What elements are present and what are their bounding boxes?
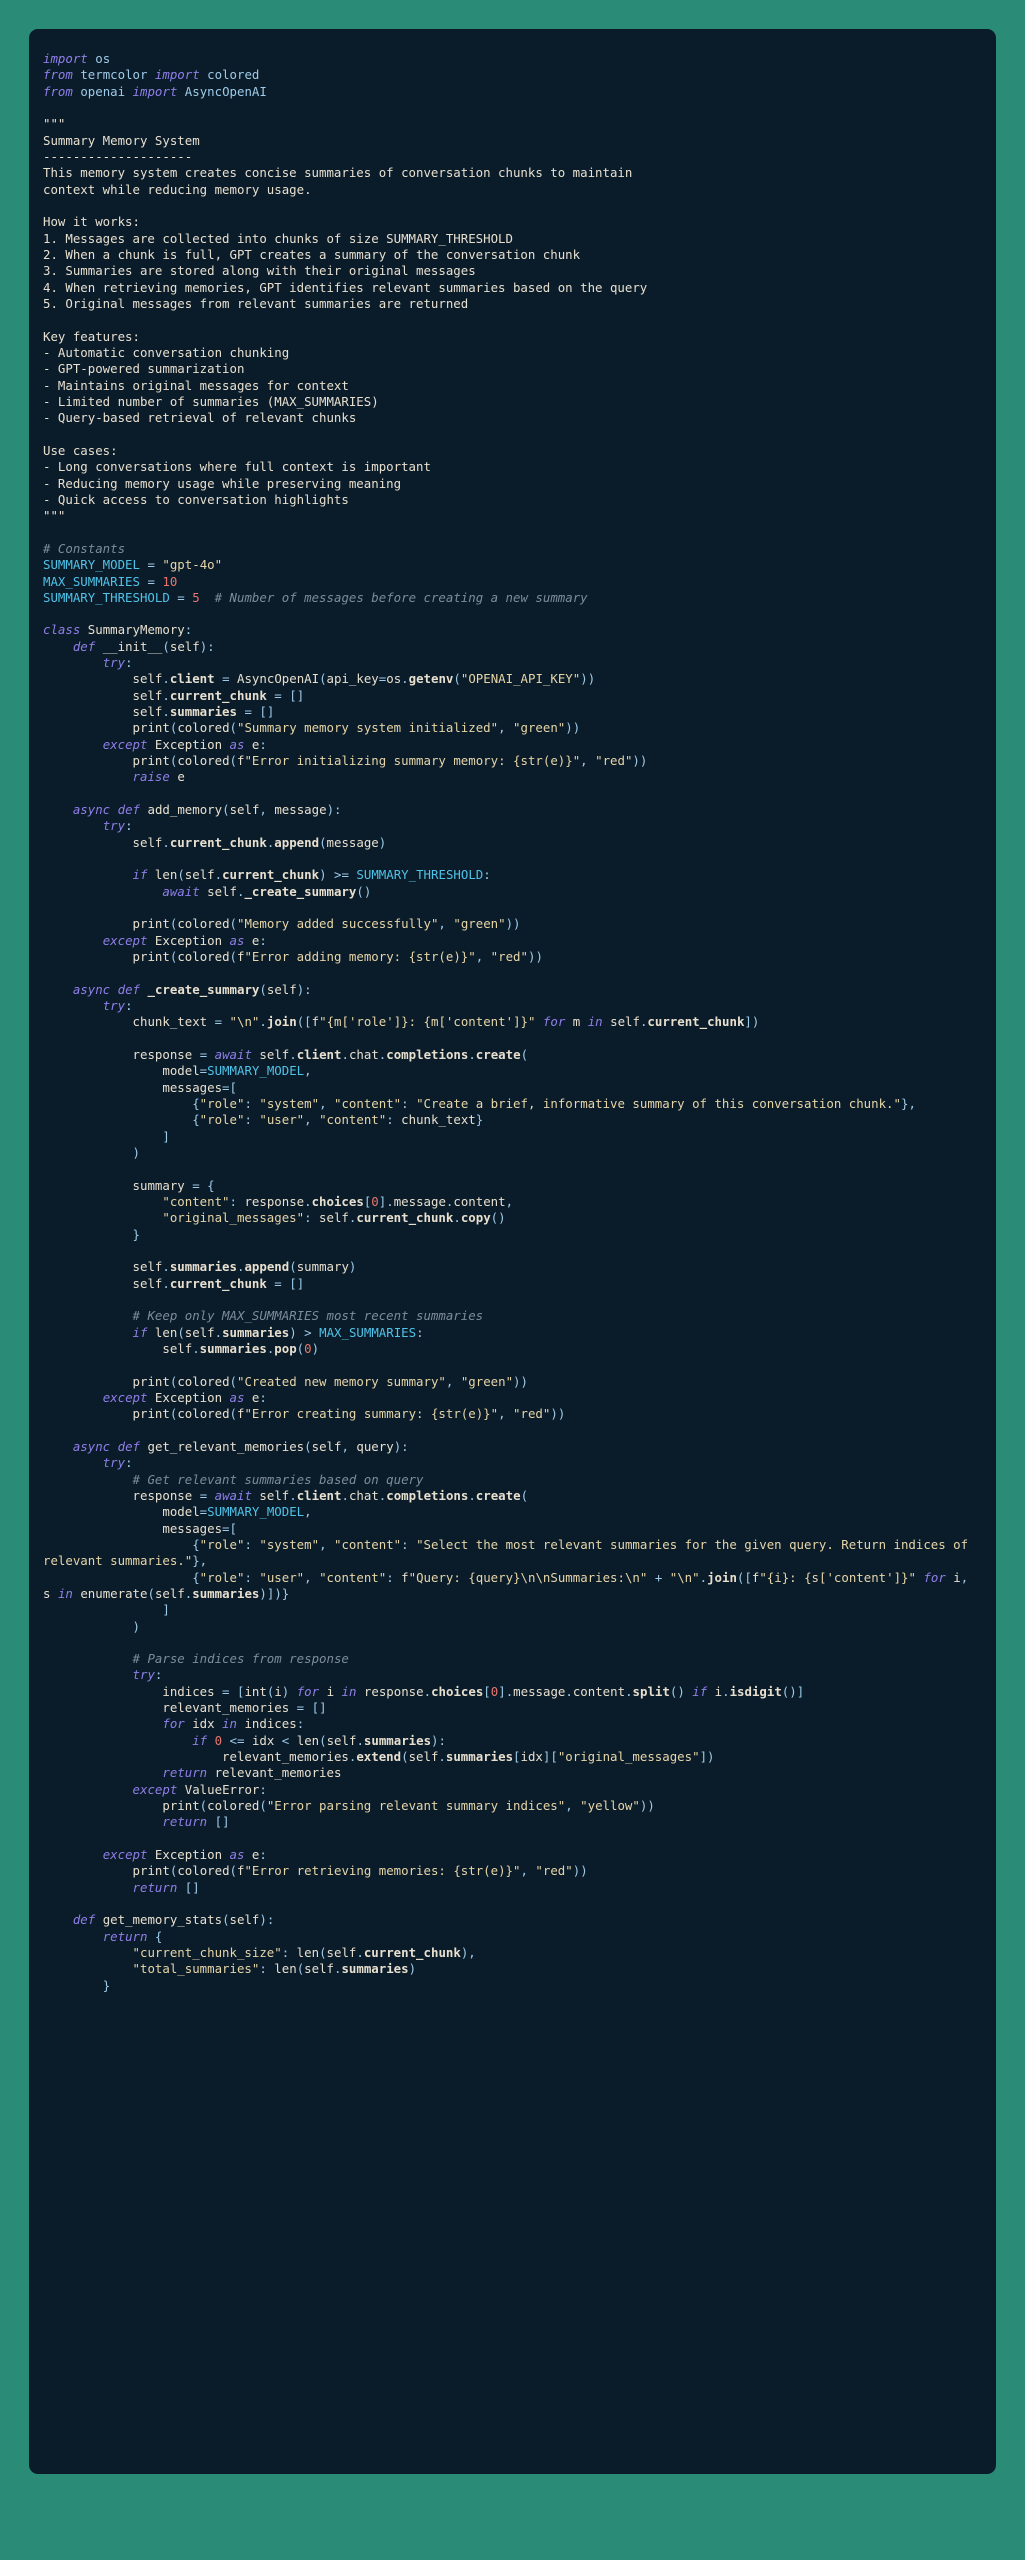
code-block: import os from termcolor import colored … [29, 51, 996, 1994]
python-source: import os from termcolor import colored … [43, 51, 976, 1993]
code-card: import os from termcolor import colored … [29, 29, 996, 2474]
